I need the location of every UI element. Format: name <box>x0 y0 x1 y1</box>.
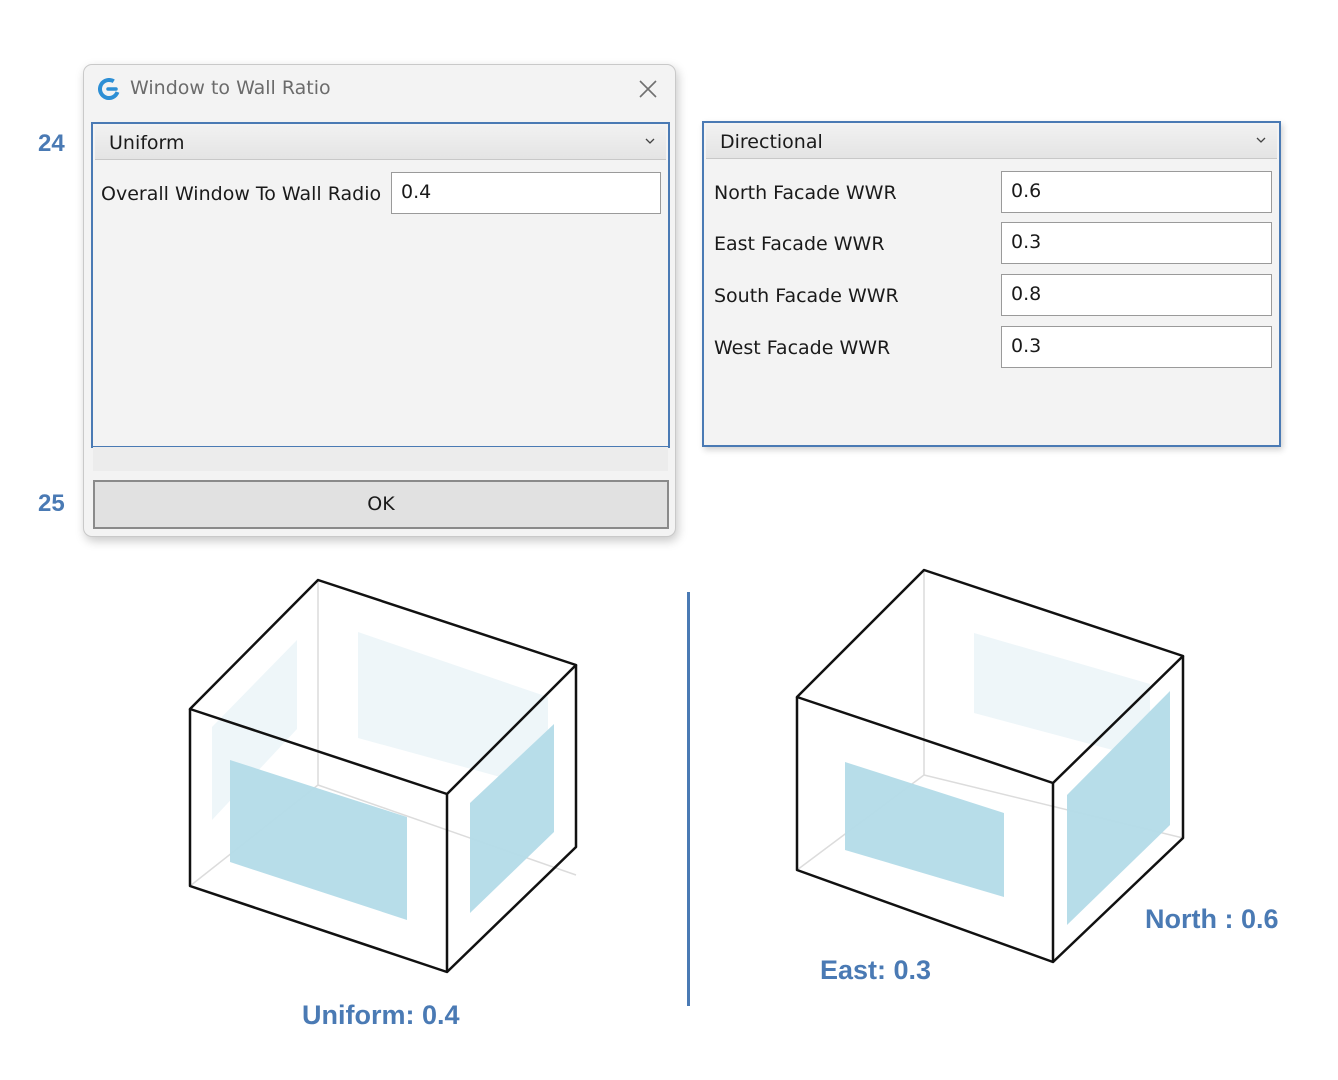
section-divider <box>687 592 690 1006</box>
north-wwr-input[interactable]: 0.6 <box>1001 171 1272 213</box>
window-title: Window to Wall Ratio <box>130 77 331 99</box>
directional-dropdown-value: Directional <box>720 131 823 153</box>
west-wwr-input[interactable]: 0.3 <box>1001 326 1272 368</box>
overall-wwr-input[interactable]: 0.4 <box>391 172 661 214</box>
directional-panel: Directional North Facade WWR 0.6 East Fa… <box>702 121 1281 447</box>
uniform-box-illustration <box>188 578 578 974</box>
close-icon[interactable] <box>637 78 659 100</box>
south-wwr-label: South Facade WWR <box>714 285 899 307</box>
mode-dropdown[interactable]: Uniform <box>95 126 666 160</box>
directional-box-illustration <box>795 568 1185 964</box>
east-caption: East: 0.3 <box>820 955 932 985</box>
status-strip <box>93 447 668 471</box>
callout-25: 25 <box>38 490 65 517</box>
callout-24: 24 <box>38 130 65 157</box>
wwr-dialog: Window to Wall Ratio Uniform Overall Win… <box>83 64 676 537</box>
south-wwr-input[interactable]: 0.8 <box>1001 274 1272 316</box>
uniform-caption: Uniform: 0.4 <box>302 1000 460 1030</box>
north-caption: North : 0.6 <box>1145 904 1279 934</box>
east-wwr-label: East Facade WWR <box>714 233 885 255</box>
overall-wwr-label: Overall Window To Wall Radio <box>101 183 382 205</box>
directional-mode-dropdown[interactable]: Directional <box>706 125 1277 159</box>
chevron-down-icon <box>1256 137 1266 143</box>
app-logo-icon <box>98 78 120 100</box>
west-wwr-label: West Facade WWR <box>714 337 891 359</box>
uniform-panel: Uniform Overall Window To Wall Radio 0.4 <box>91 122 670 448</box>
chevron-down-icon <box>645 138 655 144</box>
east-wwr-input[interactable]: 0.3 <box>1001 222 1272 264</box>
title-bar: Window to Wall Ratio <box>84 65 675 113</box>
ok-button[interactable]: OK <box>93 480 669 529</box>
mode-dropdown-value: Uniform <box>109 132 185 154</box>
north-wwr-label: North Facade WWR <box>714 182 897 204</box>
